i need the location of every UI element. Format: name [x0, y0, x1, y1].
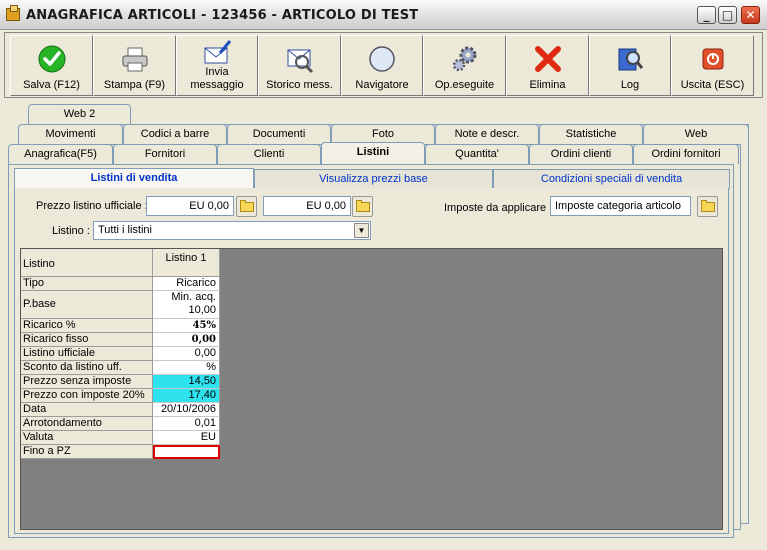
folder-button-2[interactable]: [352, 196, 373, 217]
message-history-label: Storico mess.: [266, 79, 333, 91]
cell-prezzo-con-imposte[interactable]: 17,40: [153, 389, 220, 403]
prezzo-listino-field-1[interactable]: EU 0,00: [146, 196, 234, 216]
cell-data[interactable]: 20/10/2006: [153, 403, 220, 417]
envelope-pen-icon: [204, 40, 232, 64]
check-icon: [38, 45, 65, 73]
cell-pbase-line2: 10,00: [188, 304, 216, 316]
folder-button-1[interactable]: [236, 196, 257, 217]
tab-web-2[interactable]: Web 2: [28, 104, 131, 124]
listino-label: Listino :: [52, 225, 90, 237]
send-message-label: Invia messaggio: [190, 66, 244, 91]
row-label-ricarico-perc: Ricarico %: [21, 319, 153, 333]
cell-tipo[interactable]: Ricarico: [153, 277, 220, 291]
save-button[interactable]: Salva (F12): [10, 35, 93, 96]
subtab-listini-di-vendita[interactable]: Listini di vendita: [14, 168, 254, 190]
cell-listino-ufficiale[interactable]: 0,00: [153, 347, 220, 361]
tab-fornitori[interactable]: Fornitori: [113, 144, 217, 164]
cell-ricarico-perc[interactable]: 45%: [153, 319, 220, 333]
delete-label: Elimina: [529, 79, 566, 91]
exit-icon: [702, 48, 723, 70]
print-label: Stampa (F9): [103, 79, 166, 91]
navigator-button[interactable]: Navigatore: [341, 35, 423, 96]
tab-ordini-clienti[interactable]: Ordini clienti: [529, 144, 633, 164]
log-label: Log: [620, 79, 640, 91]
message-history-button[interactable]: Storico mess.: [258, 35, 341, 96]
tab-clienti[interactable]: Clienti: [217, 144, 321, 164]
subtab-visualizza-prezzi-base[interactable]: Visualizza prezzi base: [254, 169, 493, 189]
folder-button-3[interactable]: [697, 196, 718, 217]
print-button[interactable]: Stampa (F9): [93, 35, 176, 96]
row-label-prezzo-senza-imposte: Prezzo senza imposte: [21, 375, 153, 389]
listino-select[interactable]: Tutti i listini ▼: [93, 221, 371, 240]
tab-foto[interactable]: Foto: [331, 124, 435, 144]
row-label-tipo: Tipo: [21, 277, 153, 291]
row-label-arrotondamento: Arrotondamento: [21, 417, 153, 431]
chevron-down-icon[interactable]: ▼: [354, 223, 369, 238]
exit-button[interactable]: Uscita (ESC): [671, 35, 754, 96]
printer-icon: [122, 47, 147, 72]
imposte-field[interactable]: Imposte categoria articolo: [550, 196, 691, 216]
cell-sconto[interactable]: %: [153, 361, 220, 375]
red-x-icon: [534, 46, 561, 72]
envelope-search-icon: [287, 49, 313, 74]
tab-web[interactable]: Web: [643, 124, 749, 144]
close-button[interactable]: ✕: [741, 6, 760, 24]
cell-fino-a-pz[interactable]: [153, 445, 220, 459]
grid-header-listino: Listino: [21, 249, 153, 277]
grid-header-listino-1[interactable]: Listino 1: [153, 249, 220, 277]
save-label: Salva (F12): [23, 79, 80, 91]
operations-button[interactable]: Op.eseguite: [423, 35, 506, 96]
row-label-pbase: P.base: [21, 291, 153, 319]
cell-valuta[interactable]: EU: [153, 431, 220, 445]
gears-icon: [452, 46, 476, 72]
maximize-button[interactable]: □: [718, 6, 737, 24]
cell-pbase[interactable]: Min. acq. 10,00: [153, 291, 220, 319]
compass-icon: [369, 46, 395, 72]
cell-ricarico-fisso[interactable]: 0,00: [153, 333, 220, 347]
book-search-icon: [618, 48, 644, 71]
row-label-ricarico-fisso: Ricarico fisso: [21, 333, 153, 347]
cell-prezzo-senza-imposte[interactable]: 14,50: [153, 375, 220, 389]
prezzo-listino-field-2[interactable]: EU 0,00: [263, 196, 351, 216]
row-label-prezzo-con-imposte: Prezzo con imposte 20%: [21, 389, 153, 403]
tab-statistiche[interactable]: Statistiche: [539, 124, 643, 144]
tab-listini[interactable]: Listini: [321, 142, 425, 164]
tab-quantita[interactable]: Quantita': [425, 144, 529, 164]
tab-anagrafica[interactable]: Anagrafica(F5): [8, 144, 113, 164]
row-label-data: Data: [21, 403, 153, 417]
operations-label: Op.eseguite: [434, 79, 495, 91]
app-icon: [6, 5, 20, 21]
log-button[interactable]: Log: [589, 35, 671, 96]
row-label-valuta: Valuta: [21, 431, 153, 445]
tab-movimenti[interactable]: Movimenti: [18, 124, 123, 144]
tab-ordini-fornitori[interactable]: Ordini fornitori: [633, 144, 739, 164]
row-label-listino-ufficiale: Listino ufficiale: [21, 347, 153, 361]
row-label-fino-a-pz: Fino a PZ: [21, 445, 153, 459]
delete-button[interactable]: Elimina: [506, 35, 589, 96]
subtab-condizioni-speciali[interactable]: Condizioni speciali di vendita: [493, 169, 730, 189]
tab-documenti[interactable]: Documenti: [227, 124, 331, 144]
window-title: ANAGRAFICA ARTICOLI - 123456 - ARTICOLO …: [26, 8, 419, 23]
listino-select-value: Tutti i listini: [98, 224, 152, 236]
tab-codici-a-barre[interactable]: Codici a barre: [123, 124, 227, 144]
row-label-sconto: Sconto da listino uff.: [21, 361, 153, 375]
send-message-button[interactable]: Invia messaggio: [176, 35, 258, 96]
minimize-button[interactable]: _: [697, 6, 716, 24]
prezzo-listino-label: Prezzo listino ufficiale :: [36, 200, 148, 212]
exit-label: Uscita (ESC): [680, 79, 745, 91]
cell-pbase-line1: Min. acq.: [171, 291, 216, 303]
imposte-label: Imposte da applicare :: [444, 202, 553, 214]
cell-arrotondamento[interactable]: 0,01: [153, 417, 220, 431]
tab-note-e-descr[interactable]: Note e descr.: [435, 124, 539, 144]
navigator-label: Navigatore: [355, 79, 409, 91]
